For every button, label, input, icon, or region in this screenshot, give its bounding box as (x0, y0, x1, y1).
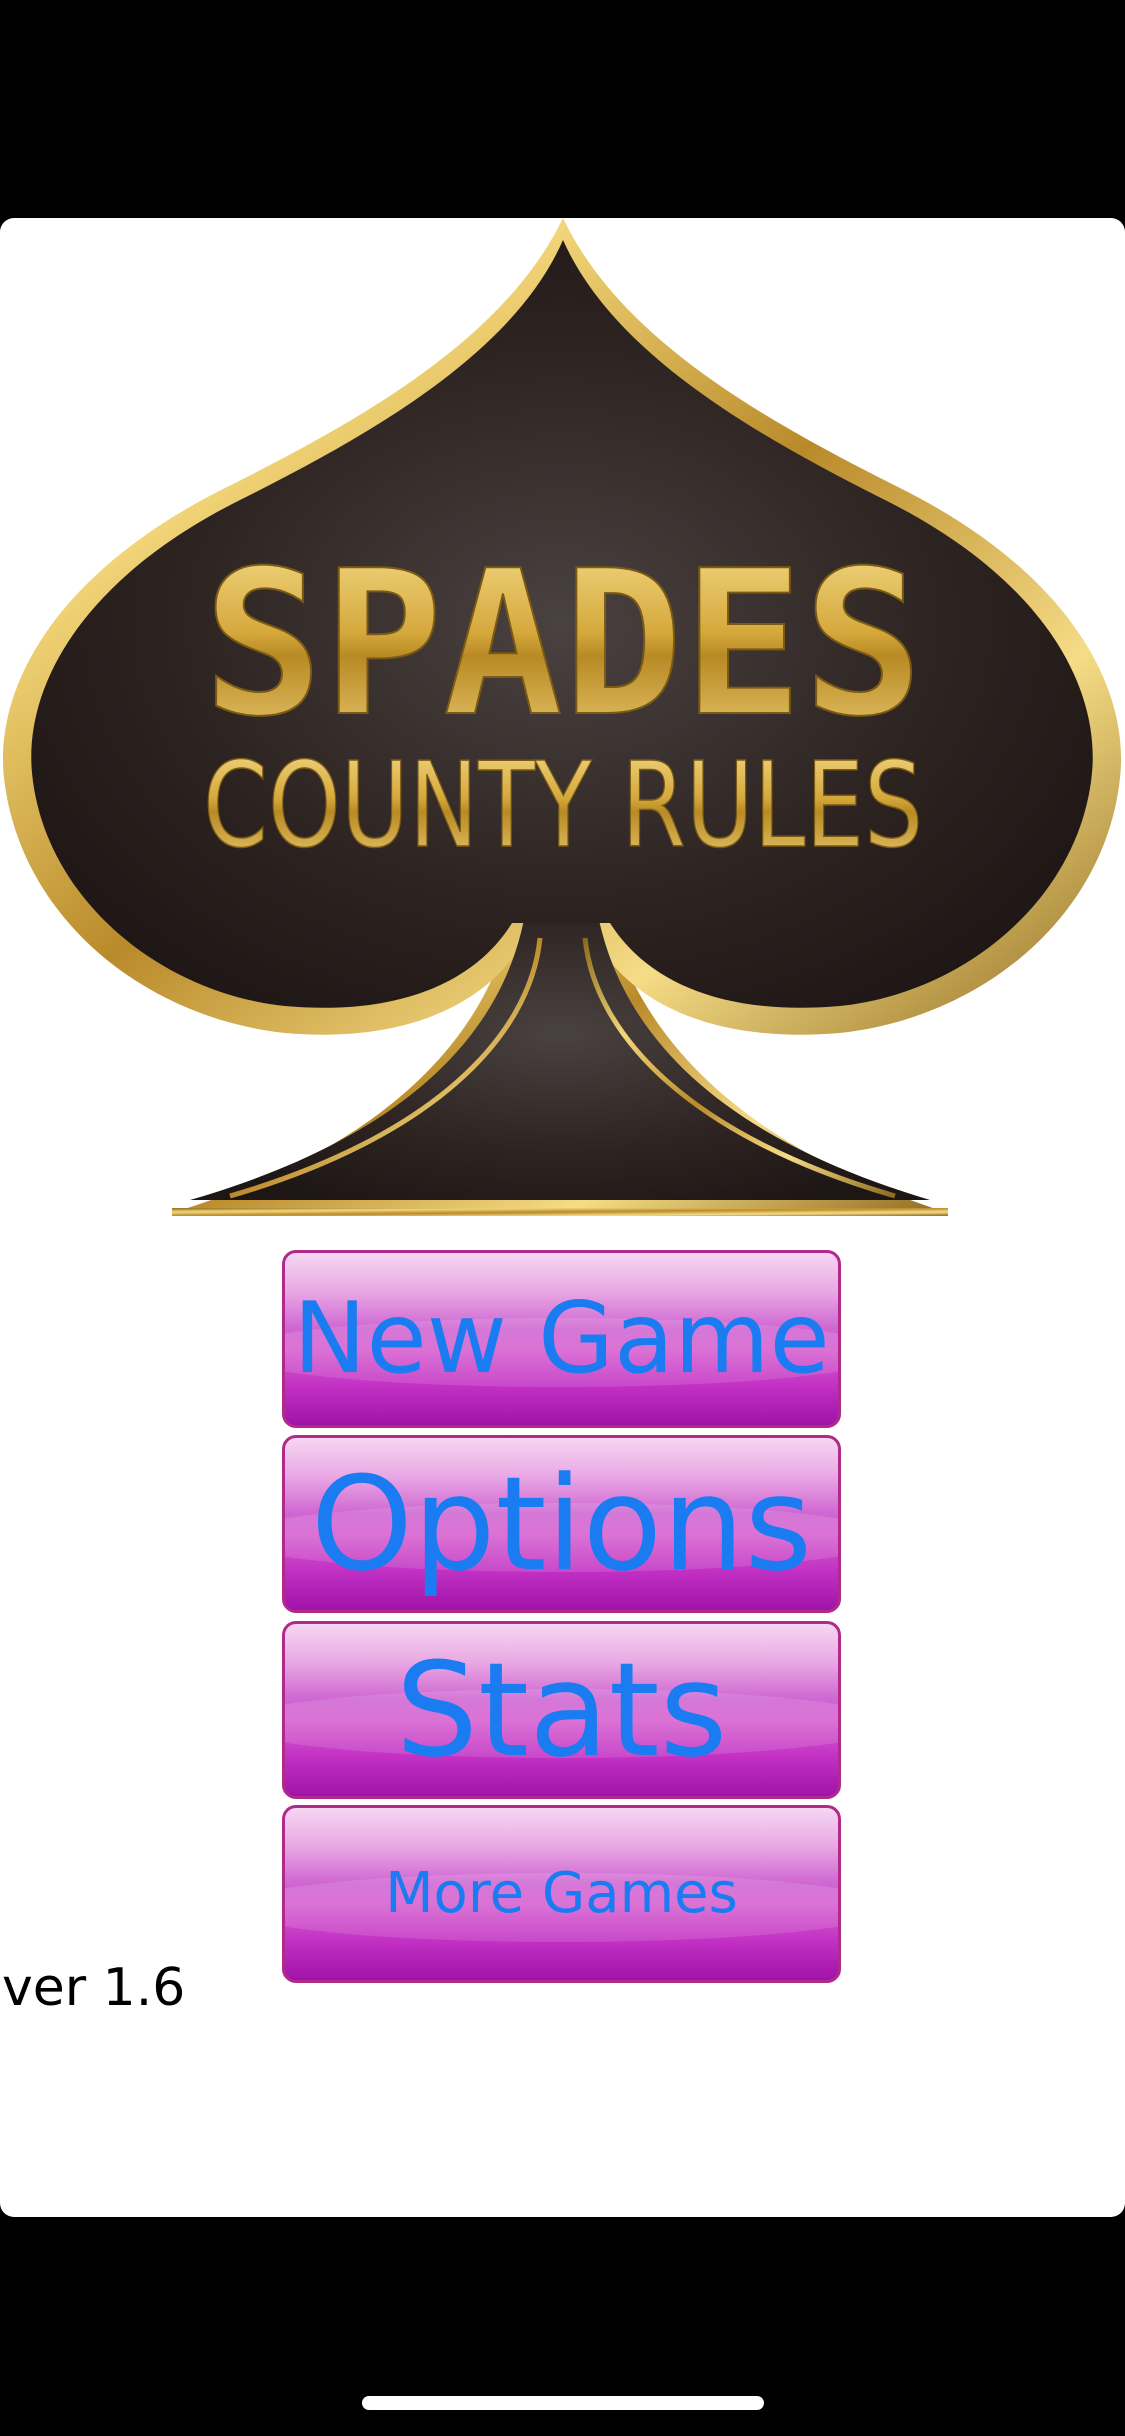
more-games-label: More Games (385, 1861, 738, 1926)
spades-logo: SPADES COUNTY RULES (0, 218, 1125, 1218)
home-indicator[interactable] (362, 2396, 764, 2410)
more-games-button[interactable]: More Games (282, 1805, 841, 1983)
app-screen: SPADES COUNTY RULES New Game Options Sta… (0, 0, 1125, 2436)
options-label: Options (310, 1448, 813, 1600)
spade-emblem: SPADES COUNTY RULES (2, 218, 1122, 1216)
logo-subtitle: COUNTY RULES (203, 736, 923, 874)
stats-button[interactable]: Stats (282, 1621, 841, 1799)
options-button[interactable]: Options (282, 1435, 841, 1613)
stats-label: Stats (395, 1634, 728, 1786)
new-game-label: New Game (293, 1282, 830, 1396)
logo-title: SPADES (203, 528, 923, 761)
new-game-button[interactable]: New Game (282, 1250, 841, 1428)
version-label: ver 1.6 (2, 1958, 186, 2018)
main-menu-view: SPADES COUNTY RULES New Game Options Sta… (0, 218, 1125, 2217)
